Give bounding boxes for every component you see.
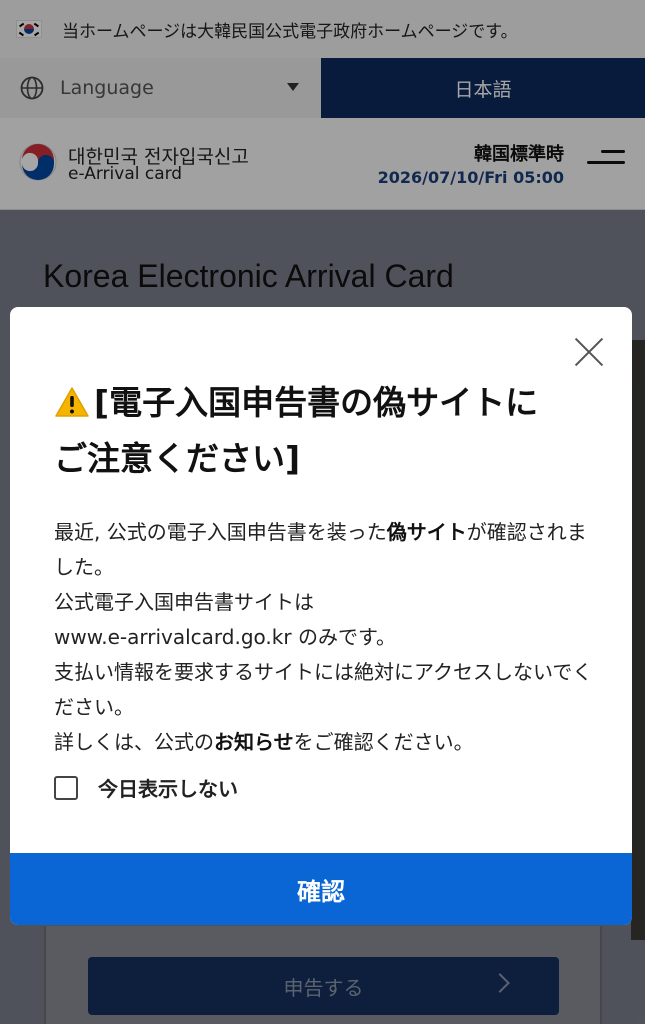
confirm-button[interactable]: 確認 <box>10 853 632 925</box>
hide-today-checkbox[interactable] <box>54 775 78 800</box>
warning-modal: [電子入国申告書の偽サイトに ご注意ください] 最近, 公式の電子入国申告書を装… <box>10 307 632 925</box>
modal-title-line1: [電子入国申告書の偽サイトに <box>94 383 539 422</box>
body-text-bold: 偽サイト <box>386 520 467 544</box>
body-text: 最近, 公式の電子入国申告書を装った <box>54 520 387 544</box>
modal-title: [電子入国申告書の偽サイトに ご注意ください] <box>54 375 584 487</box>
body-text: 詳しくは、公式の <box>54 730 214 754</box>
body-text: をご確認ください。 <box>293 730 474 754</box>
official-url-text: www.e-arrivalcard.go.kr のみです。 <box>54 625 396 649</box>
close-icon[interactable] <box>574 337 604 367</box>
body-text: 公式電子入国申告書サイトは <box>54 590 314 614</box>
modal-body: 最近, 公式の電子入国申告書を装った偽サイトが確認されました。 公式電子入国申告… <box>54 515 594 760</box>
notice-link-text: お知らせ <box>214 730 294 754</box>
modal-title-line2: ご注意ください] <box>54 439 301 478</box>
warning-icon <box>55 387 89 417</box>
body-text: 支払い情報を要求するサイトには絶対にアクセスしないでください。 <box>54 660 593 719</box>
hide-today-row[interactable]: 今日表示しない <box>54 773 238 802</box>
hide-today-label: 今日表示しない <box>98 777 238 801</box>
